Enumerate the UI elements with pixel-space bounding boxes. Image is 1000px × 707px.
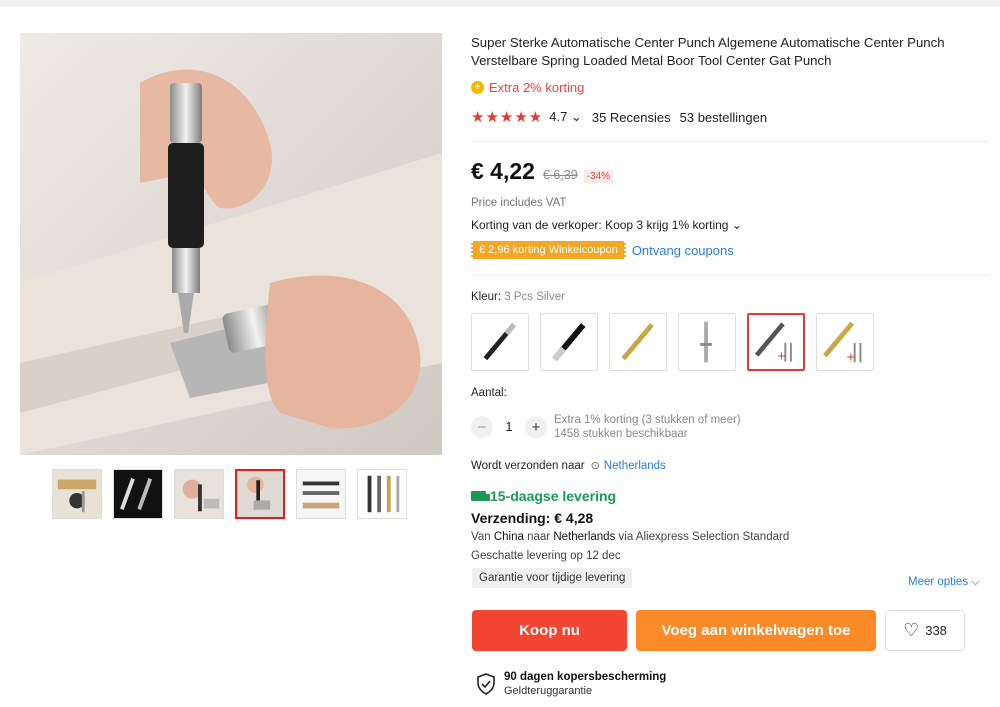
thumbnail-5[interactable] xyxy=(296,469,346,519)
svg-text:+: + xyxy=(846,349,856,363)
selected-color: 3 Pcs Silver xyxy=(504,291,565,303)
variant-black-pen[interactable] xyxy=(471,313,529,371)
chevron-down-icon: ⌄ xyxy=(731,218,742,232)
thumbnail-1[interactable] xyxy=(52,469,102,519)
quantity-label: Aantal: xyxy=(471,387,507,399)
variant-black-pen-2[interactable] xyxy=(540,313,598,371)
star-rating-icon: ★★★★★ xyxy=(471,109,544,126)
variant-silver-pen[interactable] xyxy=(678,313,736,371)
estimated-delivery: Geschatte levering op 12 dec xyxy=(471,550,621,562)
variant-3-pcs-silver[interactable]: + xyxy=(747,313,805,371)
product-title: Super Sterke Automatische Center Punch A… xyxy=(471,35,945,68)
discount-badge: -34% xyxy=(583,170,614,183)
shipping-route: Van China naar Netherlands via Aliexpres… xyxy=(471,531,790,543)
delivery-time: 15-daagse levering xyxy=(471,488,616,504)
get-coupons-link[interactable]: Ontvang coupons xyxy=(632,243,734,258)
seller-discount[interactable]: Korting van de verkoper: Koop 3 krijg 1%… xyxy=(471,218,742,232)
divider xyxy=(471,275,988,276)
variant-3-pcs-gold[interactable]: + xyxy=(816,313,874,371)
shield-check-icon xyxy=(477,673,495,695)
color-variants: + + xyxy=(471,313,874,371)
top-bar xyxy=(0,0,1000,7)
thumbnail-3[interactable] xyxy=(174,469,224,519)
rating-score[interactable]: 4.7 ⌄ xyxy=(549,109,582,125)
variant-gold-pen[interactable] xyxy=(609,313,667,371)
decrease-button[interactable]: − xyxy=(471,416,493,438)
quantity-info: Extra 1% korting (3 stukken of meer) 145… xyxy=(554,413,741,441)
buy-now-button[interactable]: Koop nu xyxy=(472,610,627,651)
protection-subtitle: Geldteruggarantie xyxy=(504,685,593,697)
thumbnail-strip xyxy=(52,469,407,519)
price-row: € 4,22 € 6,39 -34% xyxy=(471,158,614,185)
thumbnail-4[interactable] xyxy=(235,469,285,519)
reviews-link[interactable]: 35 Recensies xyxy=(592,110,671,125)
svg-text:+: + xyxy=(777,350,786,363)
divider xyxy=(471,141,988,142)
rating-row: ★★★★★ 4.7 ⌄ 35 Recensies 53 bestellingen xyxy=(471,108,991,126)
heart-icon: ♡ xyxy=(903,620,920,640)
main-product-image[interactable] xyxy=(20,33,442,455)
wishlist-count: 338 xyxy=(925,623,947,638)
extra-discount-label: Extra 2% korting xyxy=(489,80,585,95)
on-time-guarantee-badge: Garantie voor tijdige levering xyxy=(472,568,633,588)
increase-button[interactable]: + xyxy=(525,416,547,438)
wishlist-button[interactable]: ♡ 338 xyxy=(885,610,965,651)
buyer-protection: 90 dagen kopersbescherming Geldteruggara… xyxy=(476,670,666,698)
thumbnail-2[interactable] xyxy=(113,469,163,519)
protection-title: 90 dagen kopersbescherming xyxy=(504,671,667,683)
color-label: Kleur: 3 Pcs Silver xyxy=(471,291,565,303)
current-price: € 4,22 xyxy=(471,158,535,184)
orders-count: 53 bestellingen xyxy=(679,109,768,125)
original-price: € 6,39 xyxy=(542,168,578,182)
quantity-value[interactable]: 1 xyxy=(493,420,525,434)
add-to-cart-button[interactable]: Voeg aan winkelwagen toe xyxy=(636,610,876,651)
shipping-cost: Verzending: € 4,28 xyxy=(471,510,594,526)
location-pin-icon: ⊙ xyxy=(590,460,600,472)
thumbnail-6[interactable] xyxy=(357,469,407,519)
chevron-down-icon: ⌵ xyxy=(971,576,981,588)
more-options-link[interactable]: Meer opties ⌵ xyxy=(908,576,980,589)
bulk-discount-note: Extra 1% korting (3 stukken of meer) xyxy=(554,414,741,426)
coin-icon: + xyxy=(471,81,484,94)
extra-discount[interactable]: + Extra 2% korting xyxy=(471,80,991,95)
vat-note: Price includes VAT xyxy=(471,197,567,209)
stock-available: 1458 stukken beschikbaar xyxy=(554,428,688,440)
quantity-stepper: − 1 + Extra 1% korting (3 stukken of mee… xyxy=(471,413,741,441)
product-photo xyxy=(20,33,442,455)
ship-country-link[interactable]: Netherlands xyxy=(604,460,666,472)
truck-icon xyxy=(471,491,490,501)
coupon-row: € 2,96 korting Winkelcoupon Ontvang coup… xyxy=(471,241,734,259)
store-coupon-badge[interactable]: € 2,96 korting Winkelcoupon xyxy=(471,241,626,259)
ships-to-row: Wordt verzonden naar ⊙ Netherlands xyxy=(471,459,666,473)
product-info: Super Sterke Automatische Center Punch A… xyxy=(471,34,991,126)
